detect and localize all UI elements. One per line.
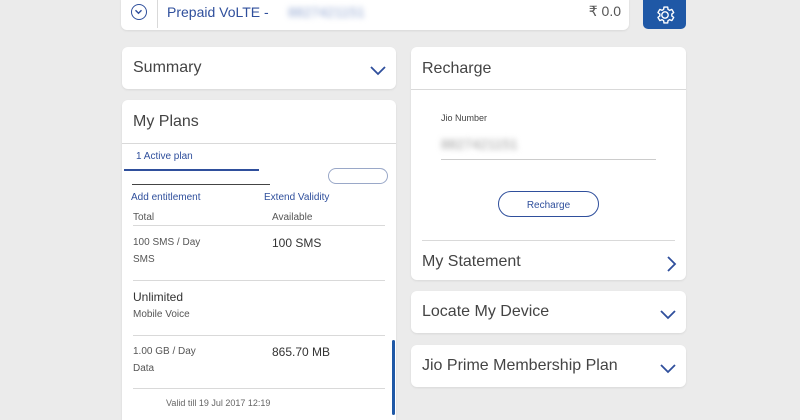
- chevron-down-icon: [660, 310, 676, 320]
- extend-validity-link[interactable]: Extend Validity: [264, 192, 329, 203]
- recharge-panel: Recharge Jio Number 8827421151 Recharge …: [411, 47, 686, 280]
- chevron-down-icon: [660, 364, 676, 374]
- my-statement-link[interactable]: My Statement: [422, 253, 521, 271]
- validity-text: Valid till 19 Jul 2017 12:19: [166, 398, 271, 408]
- row-voice-total: Unlimited: [133, 290, 184, 304]
- my-plans-title: My Plans: [133, 113, 199, 130]
- recharge-button[interactable]: Recharge: [498, 191, 599, 217]
- chevron-right-icon[interactable]: [663, 255, 681, 273]
- col-total: Total: [133, 212, 155, 223]
- recharge-button-label: Recharge: [526, 200, 571, 211]
- row-data-total: 1.00 GB / Day: [133, 346, 196, 357]
- account-expand-icon[interactable]: [131, 4, 147, 20]
- phone-number: 8827421151: [288, 4, 365, 20]
- locate-device-title: Locate My Device: [422, 303, 550, 320]
- account-bar: Prepaid VoLTE - 8827421151 ₹ 0.0: [121, 0, 629, 30]
- summary-title: Summary: [133, 59, 202, 76]
- scrollbar[interactable]: [392, 340, 395, 415]
- jio-number-value: 8827421151: [441, 136, 518, 152]
- row-data-type: Data: [133, 363, 155, 374]
- plan-name: Prepaid VoLTE -: [167, 4, 273, 20]
- prime-membership-title: Jio Prime Membership Plan: [422, 357, 618, 374]
- add-entitlement-link[interactable]: Add entitlement: [131, 192, 201, 203]
- row-sms-available: 100 SMS: [272, 236, 322, 250]
- row-sms-total: 100 SMS / Day: [133, 237, 201, 248]
- summary-panel[interactable]: Summary: [122, 47, 396, 89]
- col-available: Available: [272, 212, 313, 223]
- jio-number-field[interactable]: 8827421151: [441, 132, 656, 160]
- row-voice-type: Mobile Voice: [133, 309, 190, 320]
- my-plans-panel: My Plans 1 Active plan Add entitlement E…: [122, 100, 396, 420]
- locate-device-panel[interactable]: Locate My Device: [411, 291, 686, 333]
- gear-icon: [657, 6, 675, 24]
- jio-number-label: Jio Number: [441, 113, 488, 123]
- settings-button[interactable]: [643, 0, 686, 29]
- plan-option-button[interactable]: [328, 168, 388, 184]
- chevron-down-icon: [370, 66, 386, 76]
- prime-membership-panel[interactable]: Jio Prime Membership Plan: [411, 345, 686, 387]
- recharge-title: Recharge: [422, 60, 492, 77]
- active-tab-underline: [124, 169, 259, 171]
- tab-active-plan[interactable]: 1 Active plan: [136, 151, 193, 162]
- balance: ₹ 0.0: [588, 3, 621, 19]
- row-data-available: 865.70 MB: [272, 345, 331, 359]
- row-sms-type: SMS: [133, 254, 155, 265]
